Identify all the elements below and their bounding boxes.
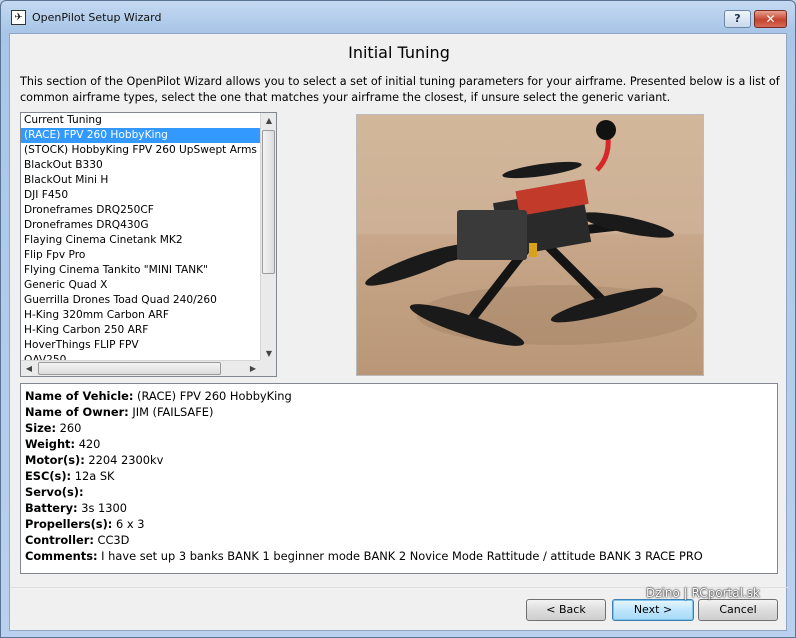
detail-label: Propellers(s): (25, 517, 113, 531)
detail-row: Name of Owner: JIM (FAILSAFE) (25, 404, 773, 420)
detail-value: CC3D (97, 533, 130, 547)
detail-label: Weight: (25, 437, 76, 451)
detail-row: Name of Vehicle: (RACE) FPV 260 HobbyKin… (25, 388, 773, 404)
detail-value: 3s 1300 (81, 501, 128, 515)
airframe-list[interactable]: Current Tuning (RACE) FPV 260 HobbyKing (S… (20, 112, 277, 377)
title-bar[interactable]: ✈ OpenPilot Setup Wizard ? ✕ (1, 1, 795, 34)
detail-label: Servo(s): (25, 485, 84, 499)
airframe-list-item[interactable]: BlackOut B330 (21, 158, 261, 173)
airframe-list-items: Current Tuning (RACE) FPV 260 HobbyKing (S… (21, 113, 261, 362)
scroll-right-icon[interactable]: ▶ (245, 361, 261, 376)
detail-row: Comments: I have set up 3 banks BANK 1 b… (25, 548, 773, 564)
vertical-scrollbar[interactable]: ▲ ▼ (260, 113, 276, 362)
detail-value: 2204 2300kv (88, 453, 164, 467)
close-button[interactable]: ✕ (754, 10, 787, 28)
detail-row: Propellers(s): 6 x 3 (25, 516, 773, 532)
airframe-list-item[interactable]: Generic Quad X (21, 278, 261, 293)
detail-value: 6 x 3 (115, 517, 145, 531)
airframe-photo (356, 114, 704, 376)
detail-value: I have set up 3 banks BANK 1 beginner mo… (101, 549, 703, 563)
watermark: Dzino | RCportal.sk (646, 586, 760, 600)
detail-label: Comments: (25, 549, 98, 563)
airframe-list-item[interactable]: (RACE) FPV 260 HobbyKing (21, 128, 261, 143)
airframe-list-item[interactable]: BlackOut Mini H (21, 173, 261, 188)
detail-label: Name of Vehicle: (25, 389, 134, 403)
airframe-list-item[interactable]: H-King 320mm Carbon ARF (21, 308, 261, 323)
airframe-list-item[interactable]: Flaying Cinema Cinetank MK2 (21, 233, 261, 248)
detail-row: Motor(s): 2204 2300kv (25, 452, 773, 468)
airframe-list-item[interactable]: Flying Cinema Tankito "MINI TANK" (21, 263, 261, 278)
airframe-details: Name of Vehicle: (RACE) FPV 260 HobbyKin… (20, 383, 778, 574)
airframe-list-item[interactable]: Current Tuning (21, 113, 261, 128)
airframe-list-item[interactable]: (STOCK) HobbyKing FPV 260 UpSwept Arms (21, 143, 261, 158)
airframe-list-item[interactable]: Guerrilla Drones Toad Quad 240/260 (21, 293, 261, 308)
page-title: Initial Tuning (348, 43, 450, 62)
airframe-list-item[interactable]: H-King Carbon 250 ARF (21, 323, 261, 338)
next-button[interactable]: Next > (612, 599, 694, 621)
detail-row: ESC(s): 12a SK (25, 468, 773, 484)
detail-value: 420 (78, 437, 101, 451)
airframe-list-item[interactable]: Droneframes DRQ430G (21, 218, 261, 233)
scrollbar-corner (260, 360, 276, 376)
horizontal-scrollbar[interactable]: ◀ ▶ (21, 360, 261, 376)
vertical-scroll-thumb[interactable] (262, 130, 275, 274)
detail-row: Size: 260 (25, 420, 773, 436)
detail-label: Name of Owner: (25, 405, 129, 419)
detail-label: ESC(s): (25, 469, 72, 483)
detail-row: Controller: CC3D (25, 532, 773, 548)
detail-row: Battery: 3s 1300 (25, 500, 773, 516)
wizard-window: ✈ OpenPilot Setup Wizard ? ✕ Initial Tun… (0, 0, 796, 638)
detail-row: Servo(s): (25, 484, 773, 500)
airframe-list-item[interactable]: DJI F450 (21, 188, 261, 203)
window-title: OpenPilot Setup Wizard (32, 11, 162, 24)
wizard-client-area: Initial Tuning This section of the OpenP… (9, 33, 788, 631)
airframe-list-item[interactable]: Droneframes DRQ250CF (21, 203, 261, 218)
openpilot-app-icon: ✈ (11, 10, 26, 25)
detail-label: Controller: (25, 533, 94, 547)
scroll-left-icon[interactable]: ◀ (21, 361, 37, 376)
detail-label: Size: (25, 421, 57, 435)
intro-text: This section of the OpenPilot Wizard all… (20, 75, 780, 104)
help-button[interactable]: ? (724, 10, 751, 28)
cancel-button[interactable]: Cancel (698, 599, 778, 621)
detail-value: (RACE) FPV 260 HobbyKing (137, 389, 292, 403)
airframe-list-item[interactable]: Flip Fpv Pro (21, 248, 261, 263)
detail-value: JIM (FAILSAFE) (132, 405, 214, 419)
detail-value: 12a SK (74, 469, 115, 483)
airframe-list-item[interactable]: HoverThings FLIP FPV (21, 338, 261, 353)
detail-row: Weight: 420 (25, 436, 773, 452)
detail-label: Motor(s): (25, 453, 85, 467)
scroll-up-icon[interactable]: ▲ (261, 113, 276, 129)
detail-label: Battery: (25, 501, 78, 515)
horizontal-scroll-thumb[interactable] (38, 362, 221, 375)
back-button[interactable]: < Back (526, 599, 606, 621)
detail-value: 260 (59, 421, 82, 435)
